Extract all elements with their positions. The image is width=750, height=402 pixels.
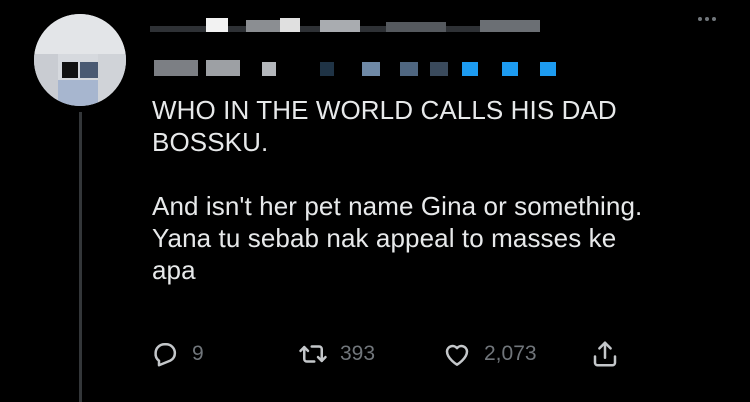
tweet-header xyxy=(150,12,710,82)
tweet-line-3: And isn't her pet name Gina or something… xyxy=(152,191,643,221)
tweet-line-1: WHO IN THE WORLD CALLS HIS DAD xyxy=(152,95,617,125)
retweet-icon xyxy=(299,345,327,363)
tweet-line-5: apa xyxy=(152,255,196,285)
tweet-line-2: BOSSKU. xyxy=(152,127,269,157)
avatar[interactable] xyxy=(34,14,126,106)
tweet-actions: 9 393 2,073 xyxy=(150,336,630,372)
thread-line xyxy=(79,112,82,402)
reply-button[interactable]: 9 xyxy=(150,336,204,372)
like-count: 2,073 xyxy=(484,342,537,365)
tweet-text: WHO IN THE WORLD CALLS HIS DAD BOSSKU. A… xyxy=(152,94,732,286)
reply-icon xyxy=(154,343,177,367)
share-icon xyxy=(593,341,617,367)
more-horizontal-icon[interactable] xyxy=(698,14,720,24)
like-button[interactable]: 2,073 xyxy=(442,336,537,372)
redacted-handle[interactable] xyxy=(154,60,198,76)
share-button[interactable] xyxy=(590,336,620,372)
tweet-line-4: Yana tu sebab nak appeal to masses ke xyxy=(152,223,617,253)
tweet[interactable]: WHO IN THE WORLD CALLS HIS DAD BOSSKU. A… xyxy=(0,0,750,402)
reply-count: 9 xyxy=(192,342,204,365)
heart-icon xyxy=(445,344,469,366)
retweet-button[interactable]: 393 xyxy=(298,336,375,372)
retweet-count: 393 xyxy=(340,342,376,365)
